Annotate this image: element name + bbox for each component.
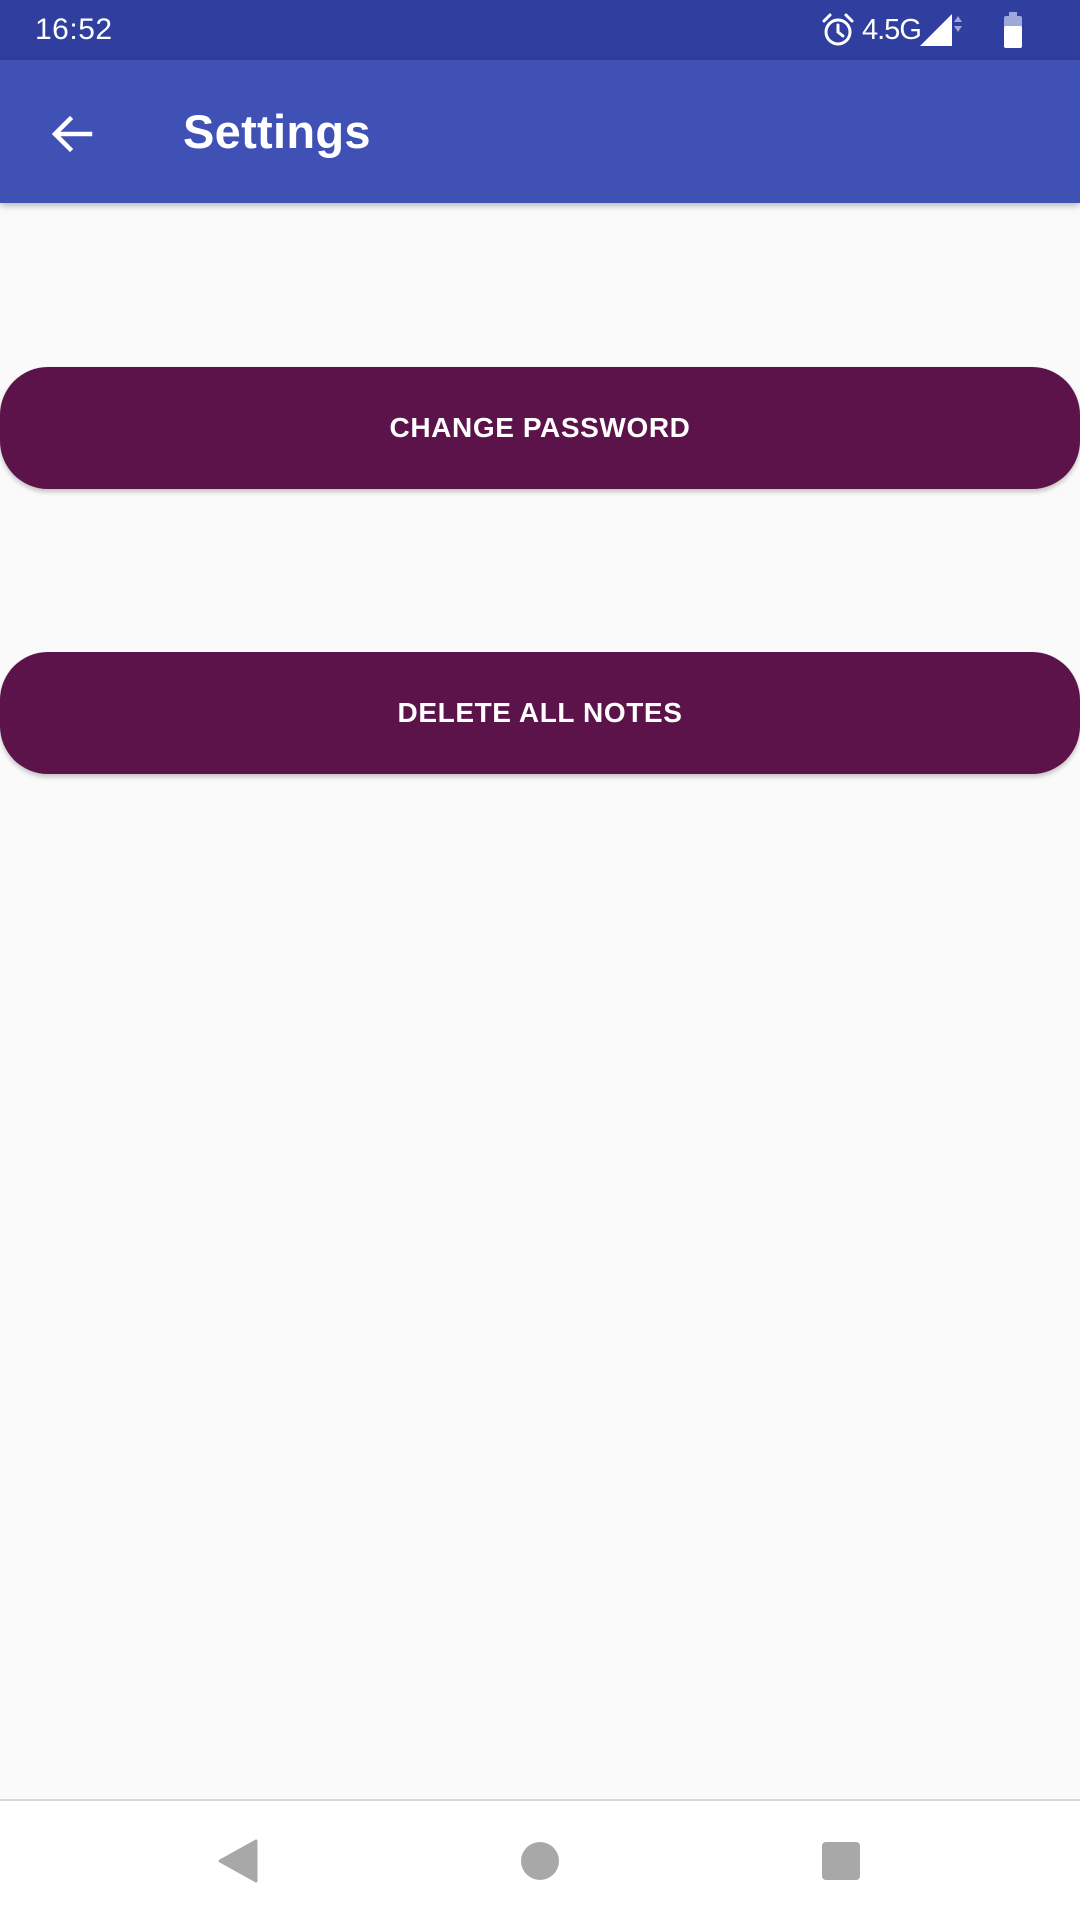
page-title: Settings — [183, 105, 371, 158]
recents-square-icon[interactable] — [822, 1842, 860, 1880]
arrow-back-icon — [51, 115, 93, 153]
back-button[interactable] — [32, 94, 112, 174]
back-triangle-icon[interactable] — [218, 1839, 258, 1883]
alarm-icon — [822, 13, 854, 46]
status-bar: 16:52 4.5G — [0, 0, 1080, 60]
delete-all-notes-button[interactable]: DELETE ALL NOTES — [0, 652, 1080, 774]
network-type-label: 4.5G — [862, 14, 922, 46]
app-bar: Settings — [0, 60, 1080, 203]
change-password-button[interactable]: CHANGE PASSWORD — [0, 367, 1080, 489]
home-circle-icon[interactable] — [521, 1842, 559, 1880]
signal-icon — [920, 14, 962, 46]
status-icons: 4.5G — [820, 0, 1080, 60]
status-time: 16:52 — [35, 13, 113, 46]
battery-icon — [1004, 12, 1022, 48]
system-navigation-bar — [0, 1799, 1080, 1922]
